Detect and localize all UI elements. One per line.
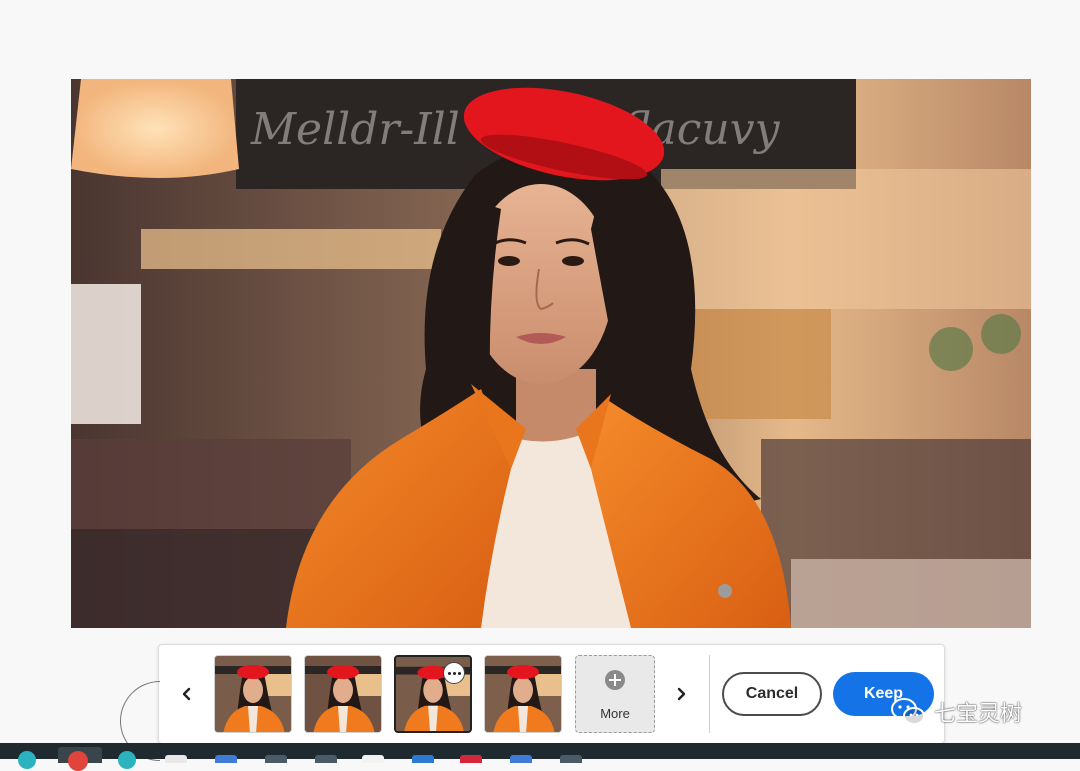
chevron-right-icon [677,687,686,701]
taskbar [0,743,1080,771]
taskbar-app-icon[interactable] [510,755,532,763]
variation-thumbnail [215,656,291,732]
taskbar-app-icon[interactable] [362,755,384,763]
variation-thumbnail-4[interactable] [484,655,562,733]
more-variations-button[interactable]: More [575,655,655,733]
previous-button[interactable] [176,680,198,708]
divider [709,655,710,733]
variation-thumbnail [305,656,381,732]
taskbar-app-icon[interactable] [18,751,36,769]
portrait-image: Melldr-Ill · mwe flacuvy [71,79,1031,628]
more-label: More [600,706,630,721]
taskbar-app-icon[interactable] [265,755,287,763]
cancel-button[interactable]: Cancel [722,672,822,716]
variation-thumbnail [485,656,561,732]
taskbar-app-icon[interactable] [165,755,187,763]
taskbar-app-icon[interactable] [412,755,434,763]
watermark: 七宝灵树 [890,694,1022,730]
variation-thumbnail-1[interactable] [214,655,292,733]
chevron-left-icon [182,687,191,701]
plus-circle-icon [605,670,625,690]
variation-picker: More Cancel Keep [158,644,945,744]
taskbar-app-icon[interactable] [68,751,88,771]
watermark-text: 七宝灵树 [934,701,1023,726]
variation-thumbnail-2[interactable] [304,655,382,733]
main-image-canvas: Melldr-Ill · mwe flacuvy [71,79,1031,628]
variation-thumbnail-3[interactable] [394,655,472,733]
more-options-icon[interactable] [443,662,465,684]
taskbar-app-icon[interactable] [560,755,582,763]
taskbar-app-icon[interactable] [215,755,237,763]
taskbar-app-icon[interactable] [118,751,136,769]
next-button[interactable] [670,680,692,708]
taskbar-app-icon[interactable] [315,755,337,763]
taskbar-app-icon[interactable] [460,755,482,763]
wechat-icon [891,698,925,725]
